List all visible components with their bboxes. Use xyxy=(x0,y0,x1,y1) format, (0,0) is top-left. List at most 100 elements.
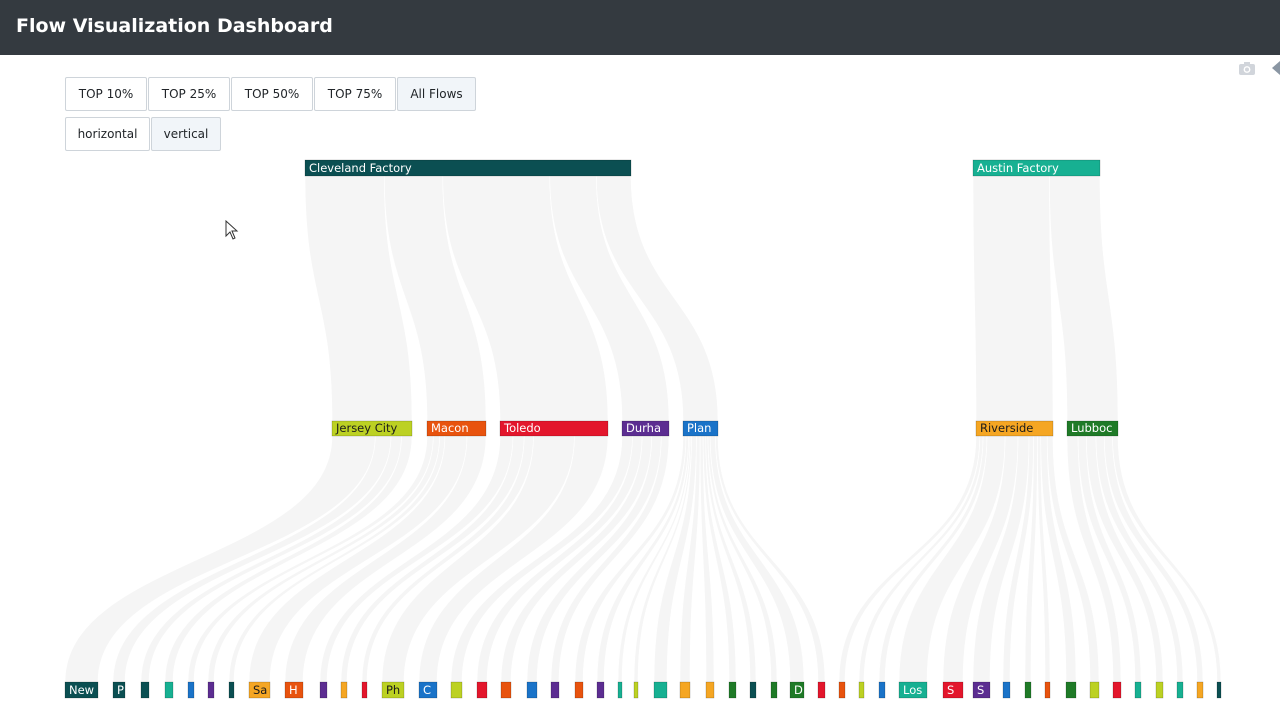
node-destination-32[interactable] xyxy=(858,681,865,699)
flow-link[interactable] xyxy=(709,435,805,683)
node-destination-18-bar[interactable] xyxy=(550,681,560,699)
node-destination-46[interactable] xyxy=(1196,681,1204,699)
node-lubbock[interactable]: Lubboc xyxy=(1066,420,1119,437)
node-destination-4-bar[interactable] xyxy=(187,681,195,699)
node-toledo[interactable]: Toledo xyxy=(499,420,609,437)
mouse-cursor-icon xyxy=(225,219,239,244)
node-destination-34[interactable]: Los xyxy=(898,681,928,699)
node-destination-42-bar[interactable] xyxy=(1112,681,1122,699)
node-destination-9-bar[interactable] xyxy=(319,681,328,699)
node-destination-43-bar[interactable] xyxy=(1134,681,1142,699)
node-destination-3-bar[interactable] xyxy=(164,681,174,699)
node-destination-16-bar[interactable] xyxy=(500,681,512,699)
flow-link[interactable] xyxy=(1049,175,1119,422)
node-destination-10[interactable] xyxy=(340,681,348,699)
node-destination-17-bar[interactable] xyxy=(526,681,538,699)
node-destination-20[interactable] xyxy=(596,681,605,699)
node-destination-38[interactable] xyxy=(1024,681,1032,699)
node-destination-45[interactable] xyxy=(1176,681,1184,699)
node-destination-24-bar[interactable] xyxy=(679,681,691,699)
node-destination-18[interactable] xyxy=(550,681,560,699)
node-destination-47[interactable] xyxy=(1216,681,1222,699)
node-destination-20-bar[interactable] xyxy=(596,681,605,699)
node-jersey[interactable]: Jersey City xyxy=(331,420,413,437)
node-destination-46-bar[interactable] xyxy=(1196,681,1204,699)
node-destination-47-bar[interactable] xyxy=(1216,681,1222,699)
node-destination-28-bar[interactable] xyxy=(770,681,778,699)
node-destination-33[interactable] xyxy=(878,681,886,699)
node-destination-10-bar[interactable] xyxy=(340,681,348,699)
node-destination-16[interactable] xyxy=(500,681,512,699)
node-destination-37-bar[interactable] xyxy=(1002,681,1011,699)
node-destination-13[interactable]: C xyxy=(418,681,438,699)
node-destination-44-bar[interactable] xyxy=(1155,681,1164,699)
node-destination-42[interactable] xyxy=(1112,681,1122,699)
node-destination-19[interactable] xyxy=(574,681,584,699)
node-destination-27-bar[interactable] xyxy=(749,681,757,699)
node-destination-8[interactable]: H xyxy=(284,681,304,699)
node-destination-44[interactable] xyxy=(1155,681,1164,699)
node-riverside[interactable]: Riverside xyxy=(975,420,1054,437)
node-destination-11-bar[interactable] xyxy=(361,681,368,699)
node-destination-26-bar[interactable] xyxy=(728,681,737,699)
node-destination-7[interactable]: Sa xyxy=(248,681,271,699)
node-destination-19-bar[interactable] xyxy=(574,681,584,699)
node-plano[interactable]: Plan xyxy=(682,420,719,437)
node-destination-40-bar[interactable] xyxy=(1065,681,1077,699)
node-macon[interactable]: Macon xyxy=(426,420,487,437)
node-destination-21-bar[interactable] xyxy=(617,681,623,699)
node-destination-1[interactable]: P xyxy=(112,681,126,699)
node-destination-14[interactable] xyxy=(450,681,463,699)
node-destination-22[interactable] xyxy=(633,681,639,699)
node-destination-25[interactable] xyxy=(705,681,715,699)
node-destination-31[interactable] xyxy=(838,681,846,699)
node-destination-23-bar[interactable] xyxy=(653,681,668,699)
node-destination-14-bar[interactable] xyxy=(450,681,463,699)
node-destination-22-bar[interactable] xyxy=(633,681,639,699)
node-destination-31-bar[interactable] xyxy=(838,681,846,699)
node-destination-30-bar[interactable] xyxy=(817,681,826,699)
node-destination-32-bar[interactable] xyxy=(858,681,865,699)
node-destination-30[interactable] xyxy=(817,681,826,699)
node-destination-38-bar[interactable] xyxy=(1024,681,1032,699)
node-destination-2[interactable] xyxy=(140,681,150,699)
node-destination-26[interactable] xyxy=(728,681,737,699)
node-austin[interactable]: Austin Factory xyxy=(972,159,1101,177)
node-destination-9[interactable] xyxy=(319,681,328,699)
node-destination-15-bar[interactable] xyxy=(476,681,488,699)
node-destination-6-bar[interactable] xyxy=(228,681,235,699)
node-destination-0[interactable]: New xyxy=(64,681,99,699)
node-destination-45-bar[interactable] xyxy=(1176,681,1184,699)
node-cleveland[interactable]: Cleveland Factory xyxy=(304,159,632,177)
node-destination-2-bar[interactable] xyxy=(140,681,150,699)
node-destination-35[interactable]: S xyxy=(942,681,964,699)
node-destination-6[interactable] xyxy=(228,681,235,699)
node-destination-25-bar[interactable] xyxy=(705,681,715,699)
node-destination-17[interactable] xyxy=(526,681,538,699)
node-destination-29[interactable]: D xyxy=(789,681,805,699)
node-destination-28[interactable] xyxy=(770,681,778,699)
node-destination-40[interactable] xyxy=(1065,681,1077,699)
node-destination-36[interactable]: S xyxy=(972,681,991,699)
node-destination-23[interactable] xyxy=(653,681,668,699)
node-destination-39[interactable] xyxy=(1044,681,1051,699)
flow-link[interactable] xyxy=(878,435,988,683)
node-destination-3[interactable] xyxy=(164,681,174,699)
node-destination-41[interactable] xyxy=(1089,681,1100,699)
node-durham[interactable]: Durha xyxy=(621,420,670,437)
node-destination-24[interactable] xyxy=(679,681,691,699)
node-destination-12[interactable]: Ph xyxy=(381,681,405,699)
node-destination-37[interactable] xyxy=(1002,681,1011,699)
node-destination-5-bar[interactable] xyxy=(207,681,215,699)
node-destination-43[interactable] xyxy=(1134,681,1142,699)
node-destination-39-bar[interactable] xyxy=(1044,681,1051,699)
node-destination-33-bar[interactable] xyxy=(878,681,886,699)
node-destination-21[interactable] xyxy=(617,681,623,699)
node-destination-11[interactable] xyxy=(361,681,368,699)
flow-link[interactable] xyxy=(972,175,1054,422)
node-destination-27[interactable] xyxy=(749,681,757,699)
node-destination-5[interactable] xyxy=(207,681,215,699)
node-destination-15[interactable] xyxy=(476,681,488,699)
node-destination-4[interactable] xyxy=(187,681,195,699)
node-destination-41-bar[interactable] xyxy=(1089,681,1100,699)
